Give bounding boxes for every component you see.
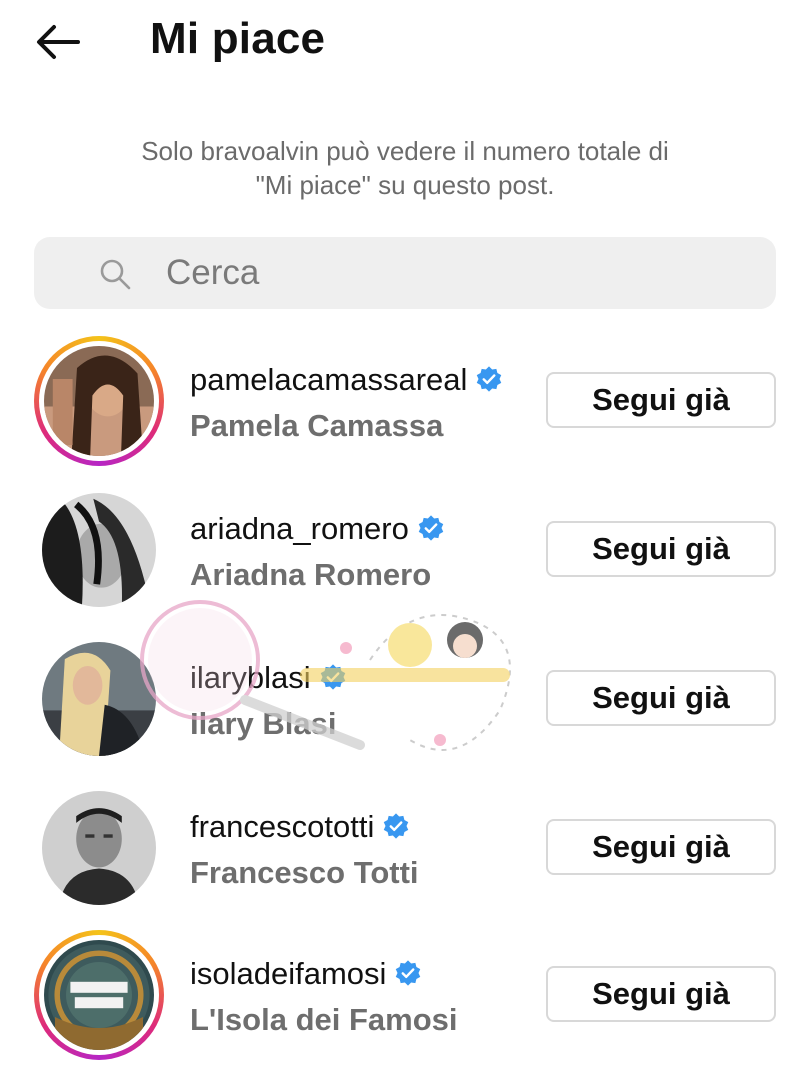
search-icon bbox=[100, 259, 131, 290]
user-row[interactable]: francescototti Francesco Totti Segui già bbox=[0, 783, 810, 923]
profile-photo bbox=[42, 642, 156, 756]
verified-badge-icon bbox=[396, 960, 421, 986]
full-name: Ariadna Romero bbox=[190, 557, 432, 592]
following-button[interactable]: Segui già bbox=[546, 819, 776, 875]
back-button[interactable] bbox=[30, 18, 86, 66]
full-name: L'Isola dei Famosi bbox=[190, 1002, 458, 1037]
top-bar: Mi piace bbox=[0, 0, 810, 90]
username[interactable]: isoladeifamosi bbox=[190, 956, 422, 992]
full-name: Ilary Blasi bbox=[190, 706, 337, 741]
following-button[interactable]: Segui già bbox=[546, 521, 776, 577]
avatar[interactable] bbox=[34, 930, 164, 1060]
notice-line-1: Solo bravoalvin può vedere il numero tot… bbox=[141, 136, 669, 166]
verified-badge-icon bbox=[477, 366, 502, 392]
following-button[interactable]: Segui già bbox=[546, 372, 776, 428]
username[interactable]: francescototti bbox=[190, 809, 410, 845]
avatar[interactable] bbox=[34, 634, 164, 764]
search-input[interactable] bbox=[166, 247, 746, 299]
arrow-left-icon bbox=[37, 25, 80, 59]
search-bar bbox=[34, 237, 776, 309]
avatar[interactable] bbox=[34, 336, 164, 466]
avatar[interactable] bbox=[34, 783, 164, 913]
likes-privacy-notice: Solo bravoalvin può vedere il numero tot… bbox=[60, 134, 750, 202]
username[interactable]: pamelacamassareal bbox=[190, 362, 503, 398]
following-button[interactable]: Segui già bbox=[546, 670, 776, 726]
full-name: Pamela Camassa bbox=[190, 408, 444, 443]
full-name: Francesco Totti bbox=[190, 855, 419, 890]
user-row[interactable]: pamelacamassareal Pamela Camassa Segui g… bbox=[0, 336, 810, 476]
profile-photo bbox=[42, 493, 156, 607]
isola-dei-famosi-logo-icon bbox=[44, 940, 154, 1050]
username[interactable]: ariadna_romero bbox=[190, 511, 445, 547]
avatar[interactable] bbox=[34, 485, 164, 615]
page-title: Mi piace bbox=[150, 14, 326, 63]
verified-badge-icon bbox=[418, 515, 444, 541]
verified-badge-icon bbox=[384, 813, 409, 839]
profile-photo bbox=[44, 346, 154, 456]
user-row[interactable]: ilaryblasi Ilary Blasi Segui già bbox=[0, 634, 810, 774]
verified-badge-icon bbox=[320, 664, 345, 690]
user-row[interactable]: isoladeifamosi L'Isola dei Famosi Segui … bbox=[0, 930, 810, 1070]
profile-photo bbox=[42, 791, 156, 905]
user-row[interactable]: ariadna_romero Ariadna Romero Segui già bbox=[0, 485, 810, 625]
notice-line-2: "Mi piace" su questo post. bbox=[255, 170, 555, 200]
username[interactable]: ilaryblasi bbox=[190, 660, 347, 696]
following-button[interactable]: Segui già bbox=[546, 966, 776, 1022]
